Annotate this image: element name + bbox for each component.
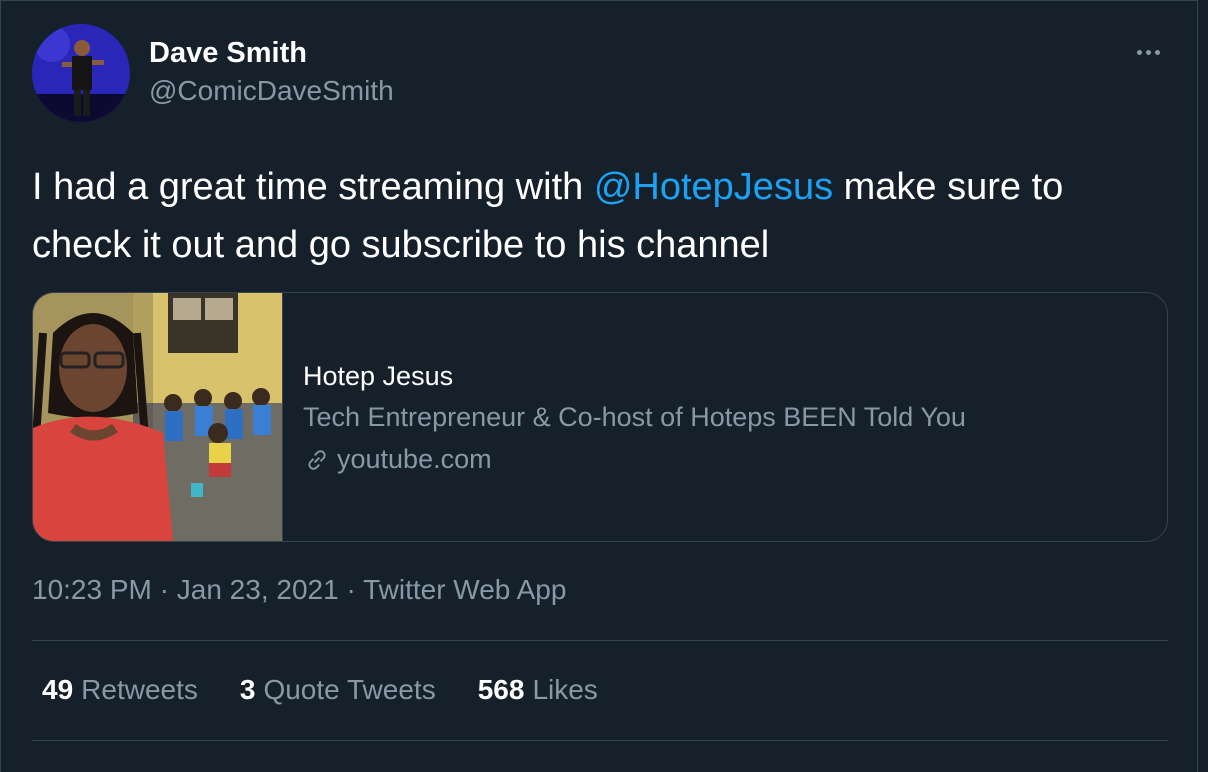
more-options-button[interactable] [1130, 40, 1166, 64]
tweet-time[interactable]: 10:23 PM [32, 574, 152, 605]
divider [32, 640, 1168, 641]
quote-tweets-stat[interactable]: 3 Quote Tweets [240, 674, 436, 706]
likes-count: 568 [477, 674, 525, 705]
retweets-label: Retweets [81, 674, 198, 705]
more-horizontal-icon [1145, 49, 1151, 55]
retweets-count: 49 [42, 674, 74, 705]
likes-label: Likes [532, 674, 598, 705]
more-horizontal-icon [1154, 49, 1160, 55]
card-domain-text: youtube.com [337, 444, 492, 474]
quote-tweets-label: Quote Tweets [263, 674, 436, 705]
tweet-stats: 49 Retweets 3 Quote Tweets 568 Likes [42, 674, 598, 706]
card-thumbnail [33, 293, 283, 541]
tweet-text: I had a great time streaming with @Hotep… [32, 158, 1152, 274]
more-horizontal-icon [1136, 49, 1142, 55]
card-title: Hotep Jesus [303, 361, 454, 391]
meta-separator: · [159, 574, 169, 605]
link-icon [303, 446, 331, 474]
link-preview-card[interactable]: Hotep Jesus Tech Entrepreneur & Co-host … [32, 292, 1168, 542]
tweet-date[interactable]: Jan 23, 2021 [177, 574, 339, 605]
likes-stat[interactable]: 568 Likes [478, 674, 598, 706]
card-description: Tech Entrepreneur & Co-host of Hoteps BE… [303, 402, 966, 432]
tweet-source[interactable]: Twitter Web App [363, 574, 566, 605]
retweets-stat[interactable]: 49 Retweets [42, 674, 198, 706]
divider [32, 740, 1168, 741]
card-domain: youtube.com [303, 444, 492, 475]
author-display-name[interactable]: Dave Smith [149, 37, 307, 70]
quote-tweets-count: 3 [239, 674, 256, 705]
author-handle[interactable]: @ComicDaveSmith [149, 75, 394, 107]
tweet-text-before: I had a great time streaming with [32, 166, 594, 208]
mention-link[interactable]: @HotepJesus [594, 166, 833, 208]
tweet-meta: 10:23 PM · Jan 23, 2021 · Twitter Web Ap… [32, 574, 566, 606]
meta-separator: · [346, 574, 356, 605]
author-avatar[interactable] [32, 24, 130, 122]
